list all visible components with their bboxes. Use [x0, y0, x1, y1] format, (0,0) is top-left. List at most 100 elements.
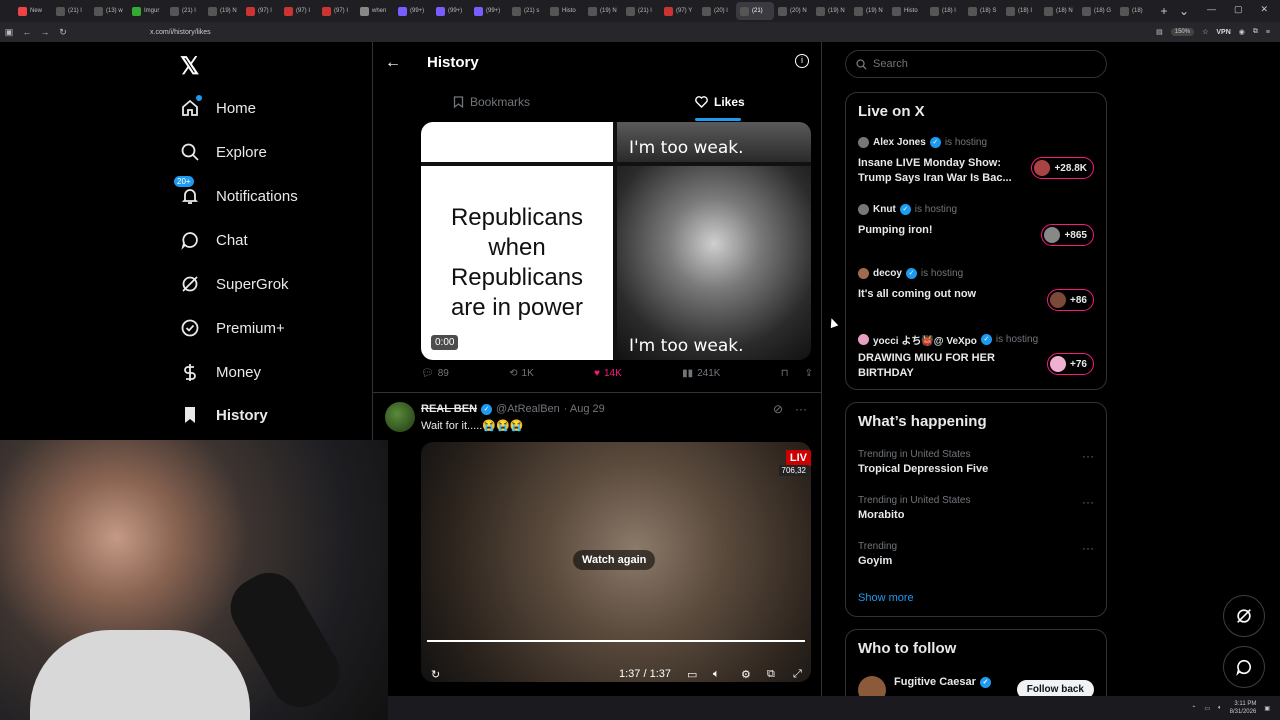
- minimize-icon[interactable]: —: [1207, 4, 1216, 15]
- zoom-indicator[interactable]: 150%: [1170, 28, 1195, 36]
- tab-list-icon[interactable]: ⌄: [1174, 4, 1194, 18]
- reader-icon[interactable]: ▤: [1156, 28, 1163, 36]
- settings-icon[interactable]: ⚙: [741, 668, 751, 681]
- post-date[interactable]: · Aug 29: [564, 403, 605, 415]
- views-button[interactable]: ▮▮ 241K: [682, 368, 720, 379]
- browser-tab[interactable]: (21) l: [166, 2, 204, 20]
- notifications-icon[interactable]: ▣: [1264, 705, 1270, 712]
- author-handle[interactable]: @AtRealBen: [496, 403, 560, 415]
- browser-tab[interactable]: New: [14, 2, 52, 20]
- watch-again-button[interactable]: Watch again: [573, 550, 656, 570]
- live-title-text[interactable]: Pumping iron!: [858, 223, 1018, 238]
- nav-explore[interactable]: Explore: [180, 142, 267, 162]
- share-icon[interactable]: ⇪: [805, 368, 813, 379]
- pip-icon[interactable]: ⧉: [767, 668, 775, 681]
- live-title-text[interactable]: It's all coming out now: [858, 287, 1018, 302]
- browser-tab[interactable]: Histo: [888, 2, 926, 20]
- live-host[interactable]: Knut ✓ is hosting: [858, 204, 957, 215]
- bookmark-icon[interactable]: ⊓: [781, 368, 789, 379]
- browser-tab[interactable]: (97) Y: [660, 2, 698, 20]
- browser-tab[interactable]: (21) l: [52, 2, 90, 20]
- nav-history[interactable]: History: [180, 405, 268, 425]
- reload-icon[interactable]: ↻: [54, 27, 72, 38]
- extensions-icon[interactable]: ⧉: [1253, 28, 1258, 36]
- tray-chevron-icon[interactable]: ⌃: [1191, 705, 1196, 712]
- browser-tab[interactable]: (19) N: [812, 2, 850, 20]
- trend-name[interactable]: Goyim: [858, 555, 892, 567]
- sidebar-toggle-icon[interactable]: ▣: [0, 27, 18, 38]
- browser-tab[interactable]: (99+): [394, 2, 432, 20]
- volume-icon[interactable]: 🔈︎: [1218, 705, 1222, 712]
- listener-count[interactable]: +28.8K: [1031, 157, 1094, 179]
- live-title-text[interactable]: Insane LIVE Monday Show: Trump Says Iran…: [858, 156, 1018, 186]
- more-icon[interactable]: ···: [1082, 495, 1094, 509]
- browser-tab[interactable]: (18) S: [964, 2, 1002, 20]
- listener-count[interactable]: +86: [1047, 289, 1094, 311]
- browser-tab[interactable]: (99+): [470, 2, 508, 20]
- browser-tab[interactable]: (20) l: [698, 2, 736, 20]
- reply-button[interactable]: 💬︎ 89: [421, 368, 449, 379]
- browser-tab[interactable]: (99+): [432, 2, 470, 20]
- tab-bookmarks[interactable]: Bookmarks: [453, 95, 530, 109]
- nav-home[interactable]: Home: [180, 95, 256, 118]
- more-icon[interactable]: ···: [795, 402, 807, 416]
- browser-tab[interactable]: (97) I: [318, 2, 356, 20]
- back-arrow-icon[interactable]: ←: [385, 54, 401, 72]
- listener-count[interactable]: +865: [1041, 224, 1094, 246]
- post-media-image[interactable]: I'm too weak. Republicans when Republica…: [421, 122, 811, 360]
- grok-icon[interactable]: ⊘: [773, 402, 783, 416]
- volume-icon[interactable]: 🔈︎: [713, 668, 720, 681]
- video-player[interactable]: LIV 706,32 Watch again ↻ 1:37 / 1:37 ▭ 🔈…: [421, 442, 811, 682]
- nav-chat[interactable]: Chat: [180, 230, 248, 250]
- browser-tab[interactable]: (18) G: [1078, 2, 1116, 20]
- network-icon[interactable]: ▭: [1204, 705, 1210, 712]
- replay-icon[interactable]: ↻: [431, 668, 440, 681]
- browser-tab[interactable]: (21) s: [508, 2, 546, 20]
- forward-icon[interactable]: →: [36, 27, 54, 37]
- repost-button[interactable]: ⟲ 1K: [509, 368, 534, 379]
- browser-tab[interactable]: (19) N: [584, 2, 622, 20]
- profile-icon[interactable]: ◉: [1239, 28, 1245, 36]
- browser-tab[interactable]: (18) I: [1002, 2, 1040, 20]
- taskbar-clock[interactable]: 3:11 PM 8/31/2026: [1230, 700, 1257, 716]
- captions-icon[interactable]: ▭: [687, 668, 697, 681]
- menu-icon[interactable]: ≡: [1266, 29, 1270, 36]
- nav-notifications[interactable]: 20+ Notifications: [174, 176, 298, 206]
- follow-name[interactable]: Fugitive Caesar ✓: [894, 676, 991, 688]
- browser-tab[interactable]: (18) N: [1040, 2, 1078, 20]
- browser-tab[interactable]: (97) l: [242, 2, 280, 20]
- video-progress-bar[interactable]: [427, 640, 805, 642]
- fullscreen-icon[interactable]: ⤢: [793, 668, 802, 681]
- info-icon[interactable]: i: [795, 54, 809, 68]
- live-host[interactable]: Alex Jones ✓ is hosting: [858, 137, 987, 148]
- maximize-icon[interactable]: ▢: [1234, 4, 1243, 15]
- browser-tab[interactable]: (13) w: [90, 2, 128, 20]
- nav-supergrok[interactable]: SuperGrok: [180, 274, 289, 294]
- more-icon[interactable]: ···: [1082, 449, 1094, 463]
- browser-tab[interactable]: (21): [736, 2, 774, 20]
- nav-money[interactable]: Money: [180, 362, 261, 382]
- vpn-button[interactable]: VPN: [1216, 29, 1230, 36]
- url-field[interactable]: x.com/i/history/likes: [150, 29, 211, 36]
- browser-tab[interactable]: (97) I: [280, 2, 318, 20]
- more-icon[interactable]: ···: [1082, 541, 1094, 555]
- close-icon[interactable]: ✕: [1260, 4, 1268, 15]
- show-more-link[interactable]: Show more: [858, 592, 914, 604]
- browser-tab[interactable]: when: [356, 2, 394, 20]
- browser-tab[interactable]: (20) N: [774, 2, 812, 20]
- new-tab-button[interactable]: +: [1154, 4, 1174, 18]
- browser-tab[interactable]: Imgur: [128, 2, 166, 20]
- x-logo[interactable]: 𝕏: [180, 52, 199, 81]
- browser-tab[interactable]: (18): [1116, 2, 1154, 20]
- nav-premium[interactable]: Premium+: [180, 318, 285, 338]
- live-host[interactable]: yocci よち👹@ VeXpo ✓ is hosting: [858, 332, 1038, 347]
- like-button[interactable]: ♥ 14K: [594, 368, 622, 379]
- search-input[interactable]: Search: [845, 50, 1107, 78]
- avatar[interactable]: [385, 402, 415, 432]
- browser-tab[interactable]: (19) N: [204, 2, 242, 20]
- grok-fab-button[interactable]: [1223, 595, 1265, 637]
- trend-name[interactable]: Morabito: [858, 509, 904, 521]
- trend-name[interactable]: Tropical Depression Five: [858, 463, 988, 475]
- tab-likes[interactable]: Likes: [695, 95, 745, 109]
- bookmark-star-icon[interactable]: ☆: [1202, 28, 1208, 36]
